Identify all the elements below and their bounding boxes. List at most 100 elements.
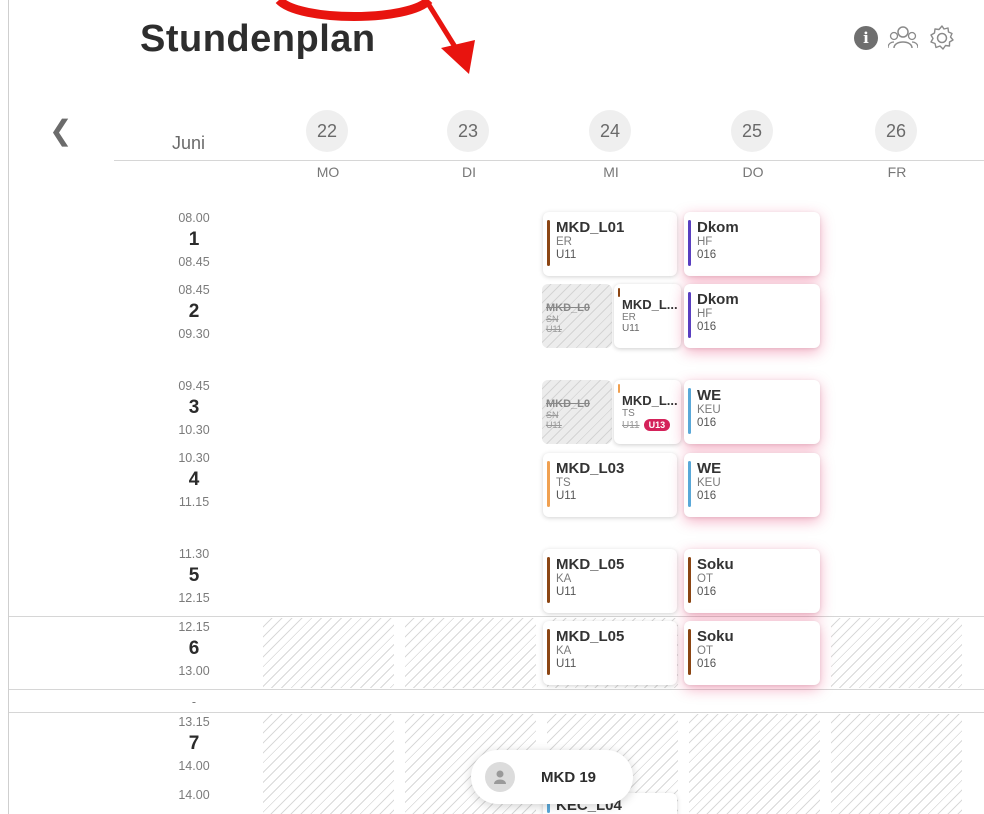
- settings-icon[interactable]: [928, 24, 956, 52]
- lesson-room: 016: [697, 658, 717, 670]
- lesson-card[interactable]: MKD_L01 ER U11: [543, 212, 677, 276]
- lesson-card[interactable]: WE KEU 016: [684, 380, 820, 444]
- users-icon[interactable]: [888, 24, 918, 52]
- lesson-card[interactable]: Dkom HF 016: [684, 212, 820, 276]
- period-start: 14.00: [178, 788, 210, 802]
- day-date: 24: [589, 110, 631, 152]
- blocked-slot: [689, 714, 820, 814]
- page-title: Stundenplan: [140, 18, 376, 60]
- day-name: MO: [316, 164, 340, 180]
- period-end: 09.30: [178, 327, 210, 341]
- day-header-di[interactable]: 23: [447, 110, 491, 152]
- lesson-subject: WE: [697, 387, 722, 404]
- lesson-color-bar: [688, 292, 691, 338]
- lesson-subject: MKD_L05: [556, 628, 625, 645]
- break-dash: -: [191, 695, 197, 709]
- lesson-color-bar: [688, 388, 691, 434]
- lesson-teacher: SN: [546, 410, 559, 420]
- lesson-card[interactable]: WE KEU 016: [684, 453, 820, 517]
- lesson-card[interactable]: MKD_L05 KA U11: [543, 621, 677, 685]
- lesson-color-bar: [547, 629, 550, 675]
- period-number: 2: [188, 301, 200, 322]
- lesson-card[interactable]: MKD_L05 KA U11: [543, 549, 677, 613]
- lesson-teacher: KEU: [697, 477, 721, 489]
- old-room: U11: [622, 420, 640, 431]
- day-header-do[interactable]: 25: [731, 110, 775, 152]
- lesson-teacher: KA: [556, 573, 572, 585]
- lesson-room: U11: [556, 490, 577, 502]
- lesson-color-bar: [618, 384, 620, 393]
- blocked-slot: [405, 618, 536, 688]
- period-number: 6: [188, 638, 200, 659]
- period-start: 08.45: [178, 283, 210, 297]
- day-date: 25: [731, 110, 773, 152]
- lesson-room: U11: [546, 324, 562, 334]
- lesson-teacher: OT: [697, 573, 713, 585]
- lesson-subject: Dkom: [697, 219, 739, 236]
- lesson-teacher: TS: [622, 408, 635, 419]
- blocked-slot: [831, 618, 962, 688]
- period-end: 08.45: [178, 255, 210, 269]
- day-date: 26: [875, 110, 917, 152]
- lesson-teacher: OT: [697, 645, 713, 657]
- period-number: 3: [188, 397, 200, 418]
- day-header-fr[interactable]: 26: [875, 110, 919, 152]
- lesson-card[interactable]: Soku OT 016: [684, 621, 820, 685]
- lesson-teacher: TS: [556, 477, 571, 489]
- lesson-subject: MKD_L0: [546, 302, 591, 314]
- lesson-subject: Soku: [697, 628, 734, 645]
- lesson-room: U11: [556, 586, 577, 598]
- period-end: 13.00: [178, 664, 210, 678]
- lesson-color-bar: [547, 461, 550, 507]
- period-start: 10.30: [178, 451, 210, 465]
- app-frame: Stundenplan i ❮ Juni 22 23 24 25 26 MO D…: [8, 0, 984, 814]
- lesson-room: 016: [697, 417, 717, 429]
- lesson-room: 016: [697, 586, 717, 598]
- back-chevron-icon[interactable]: ❮: [49, 114, 72, 147]
- lesson-teacher: ER: [556, 236, 572, 248]
- lesson-card[interactable]: MKD_L... ER U11: [614, 284, 681, 348]
- lesson-card[interactable]: MKD_L03 TS U11: [543, 453, 677, 517]
- user-selector[interactable]: MKD 19: [471, 750, 633, 804]
- lesson-card[interactable]: Soku OT 016: [684, 549, 820, 613]
- lesson-room: U11: [546, 420, 562, 430]
- period-2: 08.45 2 09.30: [159, 283, 229, 341]
- day-name: MI: [603, 164, 619, 180]
- day-name: FR: [887, 164, 907, 180]
- lesson-color-bar: [547, 220, 550, 266]
- user-avatar-icon: [485, 762, 515, 792]
- info-icon[interactable]: i: [854, 26, 878, 50]
- lesson-color-bar: [688, 220, 691, 266]
- break-divider: [9, 689, 984, 690]
- lesson-teacher: KEU: [697, 404, 721, 416]
- lesson-card[interactable]: Dkom HF 016: [684, 284, 820, 348]
- lesson-subject: MKD_L...: [622, 393, 678, 408]
- period-number: 1: [188, 229, 200, 250]
- cancelled-lesson[interactable]: MKD_L0 SN U11: [542, 284, 612, 348]
- lesson-color-bar: [618, 288, 620, 297]
- lesson-subject: MKD_L...: [622, 297, 678, 312]
- header-divider: [114, 160, 984, 161]
- day-date: 22: [306, 110, 348, 152]
- lesson-card[interactable]: MKD_L... TS U11 U13: [614, 380, 681, 444]
- lesson-room: U11: [556, 249, 577, 261]
- lesson-subject: MKD_L03: [556, 460, 625, 477]
- day-header-mo[interactable]: 22: [306, 110, 350, 152]
- lesson-subject: MKD_L05: [556, 556, 625, 573]
- lesson-room: 016: [697, 249, 717, 261]
- period-3: 09.45 3 10.30: [159, 379, 229, 437]
- lesson-subject: Soku: [697, 556, 734, 573]
- period-8: 14.00: [159, 788, 229, 802]
- blocked-slot: [263, 714, 394, 814]
- lesson-subject: MKD_L0: [546, 398, 591, 410]
- period-end: 14.00: [178, 759, 210, 773]
- user-name: MKD 19: [541, 768, 597, 786]
- period-5: 11.30 5 12.15: [159, 547, 229, 605]
- period-number: 5: [188, 565, 200, 586]
- period-start: 13.15: [178, 715, 210, 729]
- lesson-room: 016: [697, 490, 717, 502]
- day-header-mi[interactable]: 24: [589, 110, 633, 152]
- period-start: 08.00: [178, 211, 210, 225]
- cancelled-lesson[interactable]: MKD_L0 SN U11: [542, 380, 612, 444]
- break-divider: [9, 712, 984, 713]
